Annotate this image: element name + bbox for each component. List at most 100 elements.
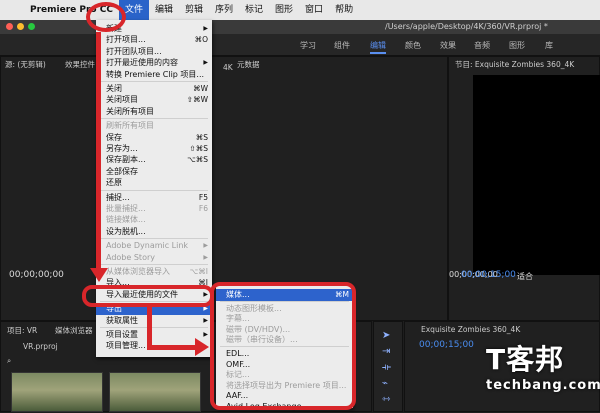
menu-sequence[interactable]: 序列 — [209, 0, 239, 20]
menu-item-label: 从媒体浏览器导入 — [106, 267, 170, 276]
menu-item-shortcut: ⌘O — [194, 35, 208, 45]
menu-item[interactable]: 另存为... ⇧⌘S — [96, 143, 212, 155]
razor-tool-icon[interactable]: ⌁ — [382, 378, 388, 389]
workspace-libraries[interactable]: 库 — [545, 40, 553, 51]
menu-item[interactable]: 打开项目... ⌘O — [96, 34, 212, 46]
window-controls — [6, 23, 35, 30]
menu-item[interactable]: 关闭项目 ⇧⌘W — [96, 94, 212, 106]
menu-separator — [100, 81, 208, 82]
menu-item[interactable]: 保存副本... ⌥⌘S — [96, 154, 212, 166]
zoom-window-icon[interactable] — [28, 23, 35, 30]
menu-item-label: 刷新所有项目 — [106, 121, 154, 131]
menu-item-label: 项目管理... — [106, 341, 146, 351]
workspace-audio[interactable]: 音频 — [474, 40, 490, 51]
program-video-display — [473, 75, 600, 275]
submenu-arrow-icon: ▶ — [203, 59, 208, 67]
workspace-graphics[interactable]: 图形 — [509, 40, 525, 51]
tab-source[interactable]: 源: (无剪辑) — [5, 59, 46, 70]
menu-item[interactable]: 设为脱机... — [96, 226, 212, 238]
workspace-effects[interactable]: 效果 — [440, 40, 456, 51]
menu-markers[interactable]: 标记 — [239, 0, 269, 20]
menu-item[interactable]: 打开最近使用的内容 ▶ — [96, 57, 212, 69]
techbang-watermark: T客邦 techbang.com — [486, 338, 600, 408]
minimize-window-icon[interactable] — [17, 23, 24, 30]
workspace-learn[interactable]: 学习 — [300, 40, 316, 51]
source-timecode[interactable]: 00;00;00;00 — [9, 270, 64, 280]
menu-separator — [100, 118, 208, 120]
ripple-edit-tool-icon[interactable]: ⟛ — [382, 362, 391, 373]
tab-media-browser[interactable]: 媒体浏览器 — [55, 325, 93, 336]
menu-item[interactable]: 还原 — [96, 177, 212, 189]
project-path: /Users/apple/Desktop/4K/360/VR.prproj * — [385, 22, 548, 31]
menu-item-shortcut: ⌘S — [195, 132, 208, 142]
menu-item-label: Adobe Story — [106, 252, 155, 262]
selection-tool-icon[interactable]: ➤ — [382, 330, 390, 341]
menu-item[interactable]: 关闭所有项目 — [96, 106, 212, 118]
menu-item[interactable]: 保存 ⌘S — [96, 132, 212, 144]
menu-item[interactable]: Adobe Story ▶ — [96, 252, 212, 264]
menu-item[interactable]: 打开团队项目... — [96, 46, 212, 58]
workspace-editing[interactable]: 编辑 — [370, 40, 386, 54]
menu-item[interactable]: 转换 Premiere Clip 项目... — [96, 69, 212, 81]
timeline-timecode[interactable]: 00;00;15;00 — [419, 340, 474, 350]
clip-thumbnail[interactable] — [11, 372, 103, 412]
menu-graphics[interactable]: 图形 — [269, 0, 299, 20]
menu-item[interactable]: 从媒体浏览器导入 ⌥⌘I — [96, 266, 212, 278]
menu-item[interactable]: 批量捕捉... F6 — [96, 203, 212, 215]
menu-item-shortcut: F5 — [198, 192, 208, 202]
slip-tool-icon[interactable]: ⇿ — [382, 394, 390, 405]
menu-help[interactable]: 帮助 — [329, 0, 359, 20]
menu-item[interactable]: 获取属性 ▶ — [96, 315, 212, 327]
menu-item-label: 批量捕捉... — [106, 204, 146, 213]
submenu-arrow-icon: ▶ — [203, 316, 208, 324]
program-title[interactable]: 节目: Exquisite Zombies 360_4K — [455, 59, 574, 70]
menu-item-shortcut: ⇧⌘S — [189, 144, 208, 153]
menu-item-label: 转换 Premiere Clip 项目... — [106, 69, 205, 79]
menu-item-label: 设为脱机... — [106, 226, 146, 236]
menu-item[interactable]: Adobe Dynamic Link ▶ — [96, 240, 212, 252]
menu-item-label: 项目设置 — [106, 330, 138, 339]
menu-item-shortcut: ⇧⌘W — [186, 95, 208, 105]
timeline-title[interactable]: Exquisite Zombies 360_4K — [421, 325, 520, 334]
close-window-icon[interactable] — [6, 23, 13, 30]
track-select-tool-icon[interactable]: ⇥ — [382, 346, 390, 357]
menu-item[interactable]: 刷新所有项目 — [96, 120, 212, 132]
export-item-highlight-ring — [82, 285, 214, 307]
menu-item[interactable]: 捕捉... F5 — [96, 192, 212, 204]
menu-item-label: 打开团队项目... — [106, 46, 162, 56]
annotation-arrow-head — [90, 268, 108, 282]
submenu-arrow-icon: ▶ — [203, 242, 208, 250]
menu-item-label: 捕捉... — [106, 192, 130, 202]
menu-item-label: 关闭所有项目 — [106, 106, 154, 116]
export-submenu-highlight-ring — [210, 282, 356, 410]
menu-item-label: Adobe Dynamic Link — [106, 241, 189, 251]
menu-separator — [100, 264, 208, 265]
menu-item-label: 还原 — [106, 178, 122, 188]
clip-thumbnail[interactable] — [109, 372, 201, 412]
menu-item-label: 保存副本... — [106, 155, 146, 165]
menu-item-shortcut: ⌥⌘S — [187, 155, 208, 165]
menu-separator — [100, 327, 208, 328]
search-icon[interactable]: ⌕ — [7, 356, 11, 366]
menu-item[interactable]: 链接媒体... — [96, 214, 212, 226]
submenu-arrow-icon: ▶ — [203, 25, 208, 32]
program-monitor-panel: 节目: Exquisite Zombies 360_4K 00;00;00;00… — [448, 56, 600, 321]
workspace-bar: 学习 组件 编辑 颜色 效果 音频 图形 库 — [0, 34, 600, 56]
menu-item[interactable]: 全部保存 — [96, 166, 212, 178]
workspace-color[interactable]: 颜色 — [405, 40, 421, 51]
menu-item-label: 保存 — [106, 132, 122, 142]
workspace-assembly[interactable]: 组件 — [334, 40, 350, 51]
menu-item-label: 链接媒体... — [106, 215, 146, 225]
tab-effect-controls[interactable]: 效果控件 — [65, 59, 95, 70]
fit-select[interactable]: 适合 — [517, 271, 533, 282]
annotation-arrow-vertical — [96, 32, 101, 270]
menu-window[interactable]: 窗口 — [299, 0, 329, 20]
menu-item[interactable]: 关闭 ⌘W — [96, 83, 212, 95]
menu-clip[interactable]: 剪辑 — [179, 0, 209, 20]
menu-edit[interactable]: 编辑 — [149, 0, 179, 20]
menu-separator — [100, 238, 208, 240]
tab-project[interactable]: 项目: VR — [7, 325, 37, 336]
watermark-url: techbang.com — [486, 378, 600, 393]
program-timecode[interactable]: 00;00;15;00 — [461, 270, 516, 280]
tab-metadata[interactable]: 元数据 — [237, 59, 260, 70]
